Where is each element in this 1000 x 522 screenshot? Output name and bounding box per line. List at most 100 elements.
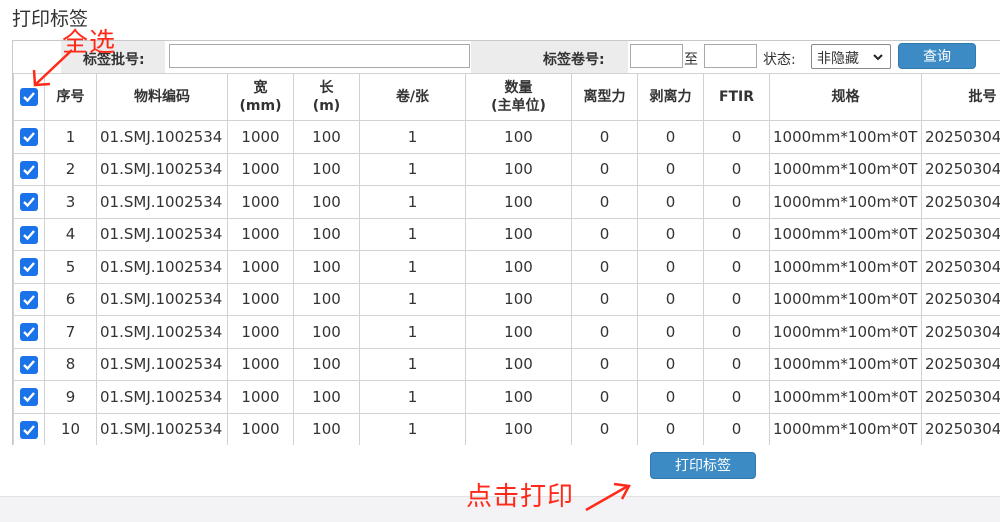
check-icon: [22, 260, 36, 274]
row-peel: 0: [638, 218, 704, 251]
row-width: 1000: [228, 251, 294, 284]
row-batch: 20250304100: [922, 251, 1000, 284]
row-length: 100: [294, 316, 360, 349]
row-checkbox[interactable]: [20, 258, 38, 276]
row-select-cell[interactable]: [14, 283, 45, 316]
table-row[interactable]: 201.SMJ.1002534100010011000001000mm*100m…: [14, 153, 1000, 186]
print-labels-button[interactable]: 打印标签: [650, 452, 756, 479]
row-length: 100: [294, 381, 360, 414]
row-code: 01.SMJ.1002534: [97, 153, 228, 186]
row-seq: 2: [45, 153, 97, 186]
row-length: 100: [294, 186, 360, 219]
row-roll: 1: [360, 413, 466, 445]
row-batch: 20250304100: [922, 121, 1000, 154]
check-icon: [22, 90, 36, 104]
check-icon: [22, 130, 36, 144]
row-peel: 0: [638, 316, 704, 349]
query-button[interactable]: 查询: [898, 43, 976, 69]
table-row[interactable]: 401.SMJ.1002534100010011000001000mm*100m…: [14, 218, 1000, 251]
row-release: 0: [572, 316, 638, 349]
row-checkbox[interactable]: [20, 226, 38, 244]
row-select-cell[interactable]: [14, 153, 45, 186]
row-length: 100: [294, 413, 360, 445]
col-roll: 卷/张: [360, 74, 466, 121]
label-table: 序号 物料编码 宽(mm) 长(m) 卷/张 数量(主单位) 离型力 剥离力 F…: [13, 73, 1000, 445]
row-select-cell[interactable]: [14, 381, 45, 414]
row-batch: 20250304100: [922, 413, 1000, 445]
row-peel: 0: [638, 348, 704, 381]
row-qty: 100: [466, 153, 572, 186]
table-row[interactable]: 601.SMJ.1002534100010011000001000mm*100m…: [14, 283, 1000, 316]
row-seq: 3: [45, 186, 97, 219]
row-width: 1000: [228, 121, 294, 154]
row-spec: 1000mm*100m*0T: [770, 348, 922, 381]
table-row[interactable]: 701.SMJ.1002534100010011000001000mm*100m…: [14, 316, 1000, 349]
col-qty-unit: (主单位): [491, 98, 546, 114]
select-all-checkbox[interactable]: [20, 88, 38, 106]
row-checkbox[interactable]: [20, 323, 38, 341]
row-select-cell[interactable]: [14, 121, 45, 154]
table-row[interactable]: 501.SMJ.1002534100010011000001000mm*100m…: [14, 251, 1000, 284]
check-icon: [22, 423, 36, 437]
row-qty: 100: [466, 381, 572, 414]
batch-input[interactable]: [169, 44, 470, 68]
row-length: 100: [294, 218, 360, 251]
col-length: 长(m): [294, 74, 360, 121]
check-icon: [22, 228, 36, 242]
row-code: 01.SMJ.1002534: [97, 381, 228, 414]
row-qty: 100: [466, 251, 572, 284]
row-ftir: 0: [704, 121, 770, 154]
row-batch: 20250304100: [922, 186, 1000, 219]
row-select-cell[interactable]: [14, 251, 45, 284]
row-ftir: 0: [704, 348, 770, 381]
row-select-cell[interactable]: [14, 186, 45, 219]
row-width: 1000: [228, 413, 294, 445]
row-ftir: 0: [704, 218, 770, 251]
row-code: 01.SMJ.1002534: [97, 121, 228, 154]
row-checkbox[interactable]: [20, 421, 38, 439]
row-width: 1000: [228, 186, 294, 219]
table-header-row: 序号 物料编码 宽(mm) 长(m) 卷/张 数量(主单位) 离型力 剥离力 F…: [14, 74, 1000, 121]
table-row[interactable]: 901.SMJ.1002534100010011000001000mm*100m…: [14, 381, 1000, 414]
col-length-unit: (m): [313, 98, 340, 114]
table-row[interactable]: 1001.SMJ.1002534100010011000001000mm*100…: [14, 413, 1000, 445]
row-peel: 0: [638, 153, 704, 186]
row-checkbox[interactable]: [20, 161, 38, 179]
roll-from-input[interactable]: [630, 44, 683, 68]
row-seq: 7: [45, 316, 97, 349]
check-icon: [22, 325, 36, 339]
row-release: 0: [572, 153, 638, 186]
status-label: 状态:: [763, 49, 796, 69]
row-width: 1000: [228, 218, 294, 251]
row-select-cell[interactable]: [14, 218, 45, 251]
row-roll: 1: [360, 381, 466, 414]
col-code: 物料编码: [97, 74, 228, 121]
row-spec: 1000mm*100m*0T: [770, 413, 922, 445]
row-peel: 0: [638, 186, 704, 219]
annotation-arrow-icon: [28, 46, 76, 90]
row-checkbox[interactable]: [20, 356, 38, 374]
row-checkbox[interactable]: [20, 128, 38, 146]
row-qty: 100: [466, 316, 572, 349]
row-checkbox[interactable]: [20, 291, 38, 309]
row-seq: 8: [45, 348, 97, 381]
row-checkbox[interactable]: [20, 193, 38, 211]
table-row[interactable]: 301.SMJ.1002534100010011000001000mm*100m…: [14, 186, 1000, 219]
col-batch: 批号: [922, 74, 1000, 121]
col-width-title: 宽: [254, 80, 268, 96]
col-release: 离型力: [572, 74, 638, 121]
row-select-cell[interactable]: [14, 413, 45, 445]
row-checkbox[interactable]: [20, 388, 38, 406]
chevron-down-icon: [872, 51, 884, 63]
table-row[interactable]: 801.SMJ.1002534100010011000001000mm*100m…: [14, 348, 1000, 381]
filter-bar: 标签批号: 标签卷号: 至 状态: 非隐藏 查询: [13, 41, 1000, 74]
table-row[interactable]: 101.SMJ.1002534100010011000001000mm*100m…: [14, 121, 1000, 154]
status-select[interactable]: 非隐藏: [811, 44, 891, 69]
row-select-cell[interactable]: [14, 348, 45, 381]
row-spec: 1000mm*100m*0T: [770, 283, 922, 316]
roll-to-input[interactable]: [704, 44, 757, 68]
row-code: 01.SMJ.1002534: [97, 348, 228, 381]
row-select-cell[interactable]: [14, 316, 45, 349]
row-release: 0: [572, 348, 638, 381]
row-release: 0: [572, 413, 638, 445]
